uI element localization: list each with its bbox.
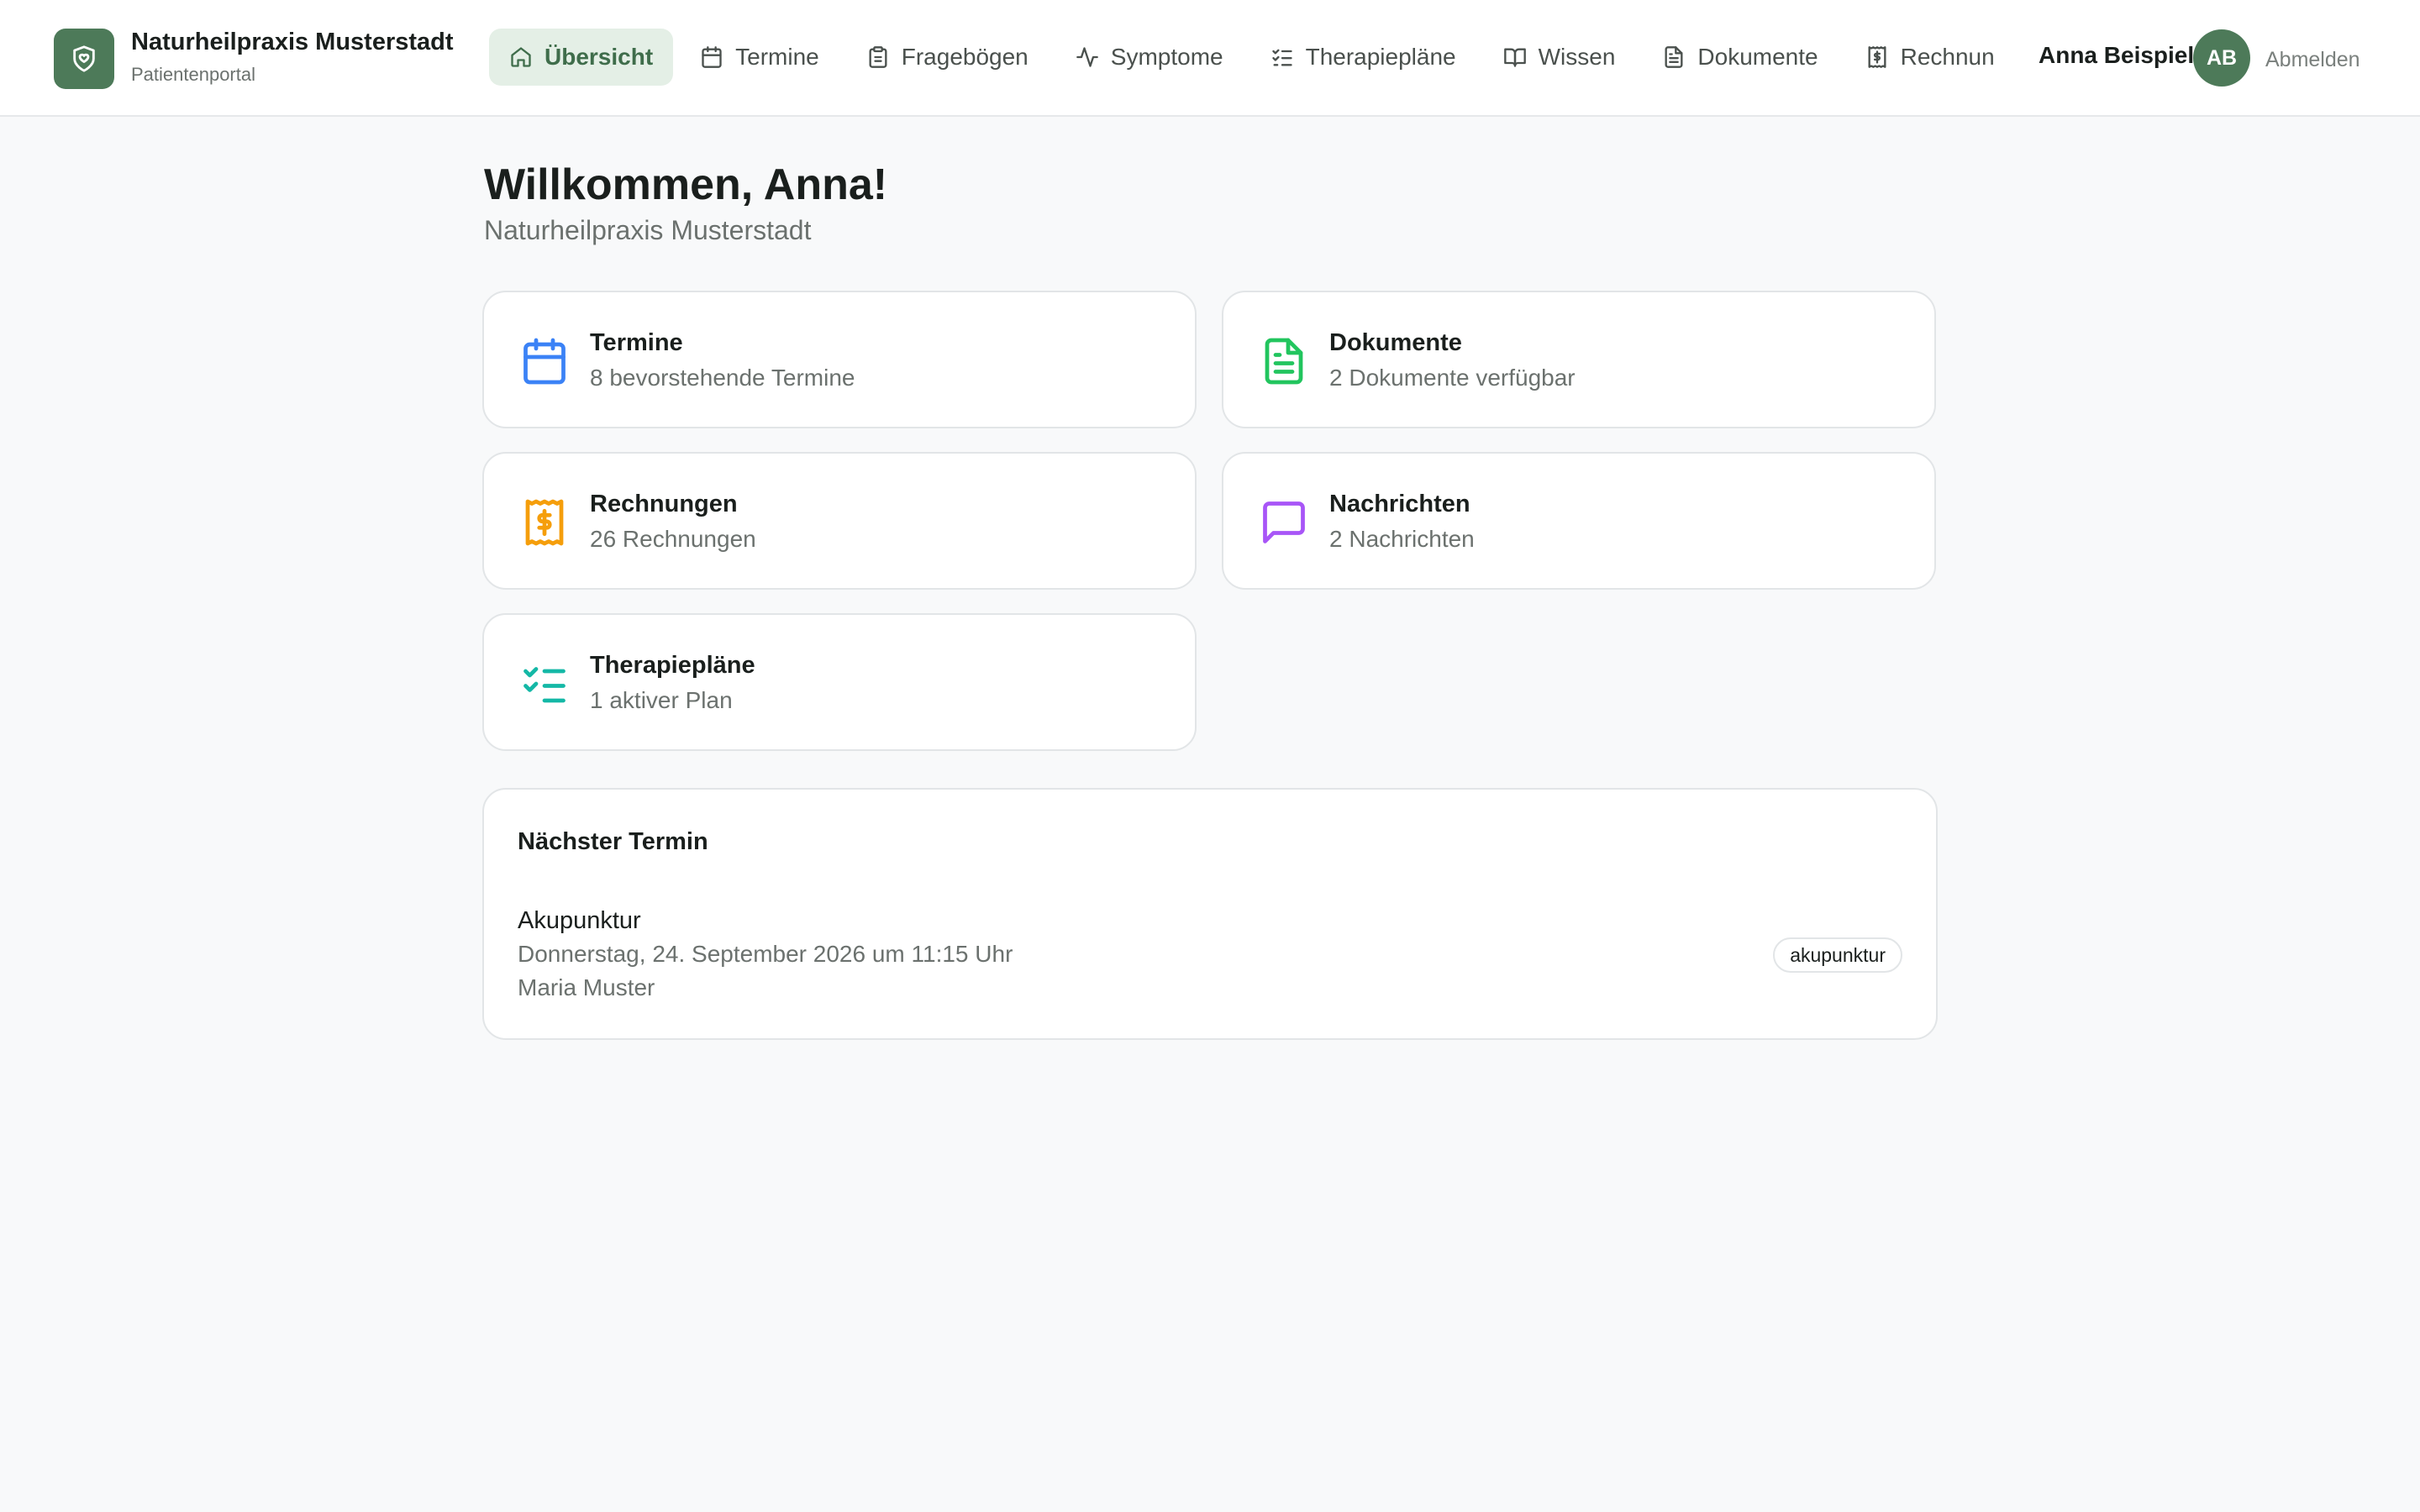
card-title: Rechnungen [590, 491, 738, 517]
next-appointment-heading: Nächster Termin [518, 828, 708, 855]
nav-item-questionnaires[interactable]: Fragebögen [846, 29, 1049, 86]
heart-shield-icon[interactable] [54, 29, 114, 89]
card-subtitle: 2 Nachrichten [1329, 526, 1475, 552]
next-appointment-card[interactable]: Nächster Termin Akupunktur Donnerstag, 2… [482, 788, 1938, 1040]
nav-item-appointments[interactable]: Termine [680, 29, 839, 86]
top-header: Naturheilpraxis Musterstadt Patientenpor… [0, 0, 2420, 117]
page-title: Willkommen, Anna! [484, 160, 888, 209]
nav-item-therapy-plans[interactable]: Therapiepläne [1250, 29, 1476, 86]
card-therapy-plans[interactable]: Therapiepläne 1 aktiver Plan [482, 613, 1197, 751]
logout-link[interactable]: Abmelden [2265, 48, 2360, 72]
nav-item-label: Rechnungen [1900, 44, 1995, 70]
home-icon [511, 47, 531, 67]
message-square-icon [1259, 496, 1309, 549]
file-text-icon [1259, 334, 1309, 388]
nav-item-label: Fragebögen [901, 44, 1028, 70]
file-text-icon [1665, 46, 1683, 68]
nav-item-invoices[interactable]: Rechnungen [1845, 29, 1995, 86]
receipt-icon [519, 496, 570, 549]
card-subtitle: 2 Dokumente verfügbar [1329, 365, 1576, 391]
main-nav: Übersicht Termine Fragebögen Symptome Th… [489, 29, 1995, 86]
card-invoices[interactable]: Rechnungen 26 Rechnungen [482, 452, 1197, 590]
user-name: Anna Beispiel [2035, 42, 2195, 69]
clipboard-icon [869, 46, 887, 68]
card-title: Therapiepläne [590, 652, 755, 679]
nav-item-label: Therapiepläne [1305, 44, 1456, 70]
page-subtitle: Naturheilpraxis Musterstadt [484, 215, 812, 245]
card-title: Termine [590, 329, 683, 356]
appointment-type: Akupunktur [518, 907, 641, 934]
calendar-icon [702, 46, 722, 68]
card-subtitle: 1 aktiver Plan [590, 687, 733, 713]
card-subtitle: 26 Rechnungen [590, 526, 756, 552]
nav-item-overview[interactable]: Übersicht [489, 29, 674, 86]
nav-item-documents[interactable]: Dokumente [1642, 29, 1838, 86]
receipt-icon [1868, 46, 1886, 68]
card-messages[interactable]: Nachrichten 2 Nachrichten [1222, 452, 1936, 590]
activity-icon [1076, 47, 1098, 67]
list-check-icon [1271, 49, 1292, 66]
calendar-icon [519, 334, 570, 388]
book-open-icon [1503, 48, 1526, 67]
card-appointments[interactable]: Termine 8 bevorstehende Termine [482, 291, 1197, 428]
card-subtitle: 8 bevorstehende Termine [590, 365, 855, 391]
nav-item-symptoms[interactable]: Symptome [1055, 29, 1244, 86]
appointment-type-badge: akupunktur [1773, 937, 1902, 973]
card-title: Dokumente [1329, 329, 1462, 356]
list-check-icon [519, 657, 570, 711]
card-title: Nachrichten [1329, 491, 1470, 517]
nav-item-knowledge[interactable]: Wissen [1483, 29, 1636, 86]
appointment-practitioner: Maria Muster [518, 974, 655, 1000]
card-documents[interactable]: Dokumente 2 Dokumente verfügbar [1222, 291, 1936, 428]
avatar[interactable]: AB [2193, 29, 2250, 87]
nav-item-label: Übersicht [544, 44, 654, 70]
nav-item-label: Wissen [1538, 44, 1616, 70]
nav-item-label: Dokumente [1697, 44, 1818, 70]
nav-item-label: Termine [735, 44, 819, 70]
brand-subtitle: Patientenportal [131, 64, 255, 85]
nav-item-label: Symptome [1110, 44, 1223, 70]
brand-name: Naturheilpraxis Musterstadt [131, 29, 454, 55]
appointment-datetime: Donnerstag, 24. September 2026 um 11:15 … [518, 941, 1013, 967]
